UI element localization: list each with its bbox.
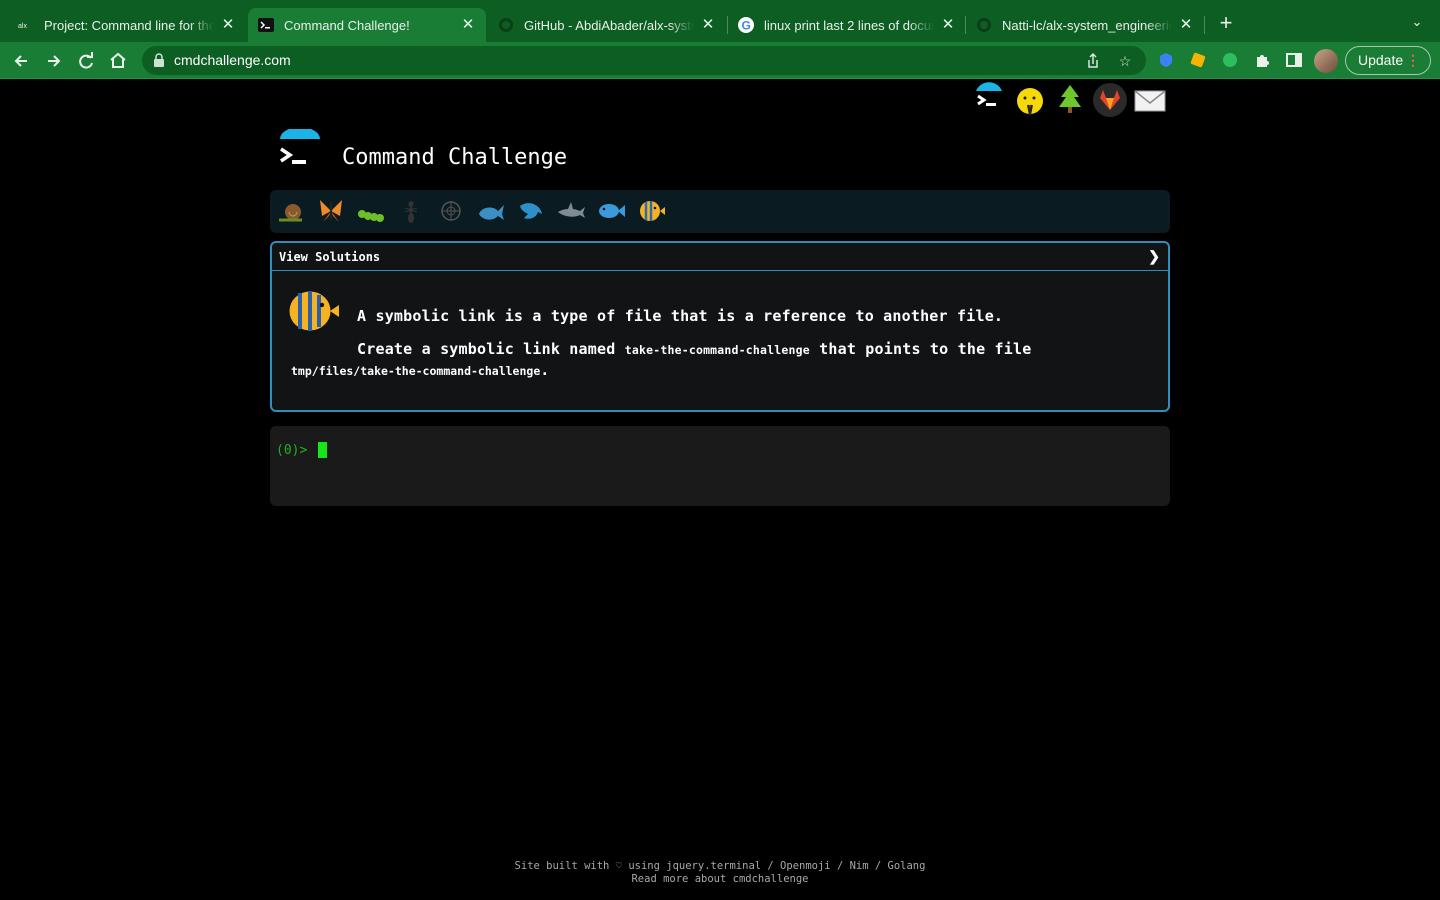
extension-evernote-icon[interactable] <box>1220 50 1240 70</box>
target-path-code: tmp/files/take-the-command-challenge <box>291 364 541 378</box>
tab-title: GitHub - AbdiAbader/alx-syste <box>524 17 694 33</box>
back-icon[interactable] <box>9 49 33 73</box>
page-content: Command Challenge View Solutions ❯ A sym… <box>0 79 1440 900</box>
lock-icon[interactable] <box>153 53 165 67</box>
share-icon[interactable] <box>1083 51 1103 71</box>
alx-icon: alx <box>18 17 34 33</box>
terminal-logo-icon[interactable] <box>970 81 1008 119</box>
site-logo-icon <box>278 127 322 173</box>
snail-icon[interactable] <box>276 196 306 226</box>
extension-tag-icon[interactable] <box>1188 50 1208 70</box>
fish-icon[interactable] <box>596 196 626 226</box>
view-solutions-toggle[interactable]: View Solutions ❯ <box>272 243 1168 271</box>
new-tab-button[interactable]: + <box>1214 12 1238 36</box>
close-icon[interactable]: ✕ <box>1178 17 1194 33</box>
tree-icon[interactable] <box>1051 81 1089 119</box>
svg-text:G: G <box>742 19 751 33</box>
page-title: Command Challenge <box>342 145 568 170</box>
bookmark-star-icon[interactable]: ☆ <box>1115 51 1135 71</box>
tab-google-search[interactable]: G linux print last 2 lines of docum ✕ <box>728 8 966 42</box>
tropical-fish-icon[interactable] <box>636 196 666 226</box>
close-icon[interactable]: ✕ <box>460 17 476 33</box>
github-icon <box>498 17 514 33</box>
tab-title: linux print last 2 lines of docum <box>764 17 934 33</box>
close-icon[interactable]: ✕ <box>940 17 956 33</box>
tropical-fish-icon <box>284 287 340 335</box>
update-button[interactable]: Update ⋮ <box>1345 46 1431 75</box>
tab-command-challenge[interactable]: Command Challenge! ✕ <box>248 8 486 42</box>
extensions-puzzle-icon[interactable] <box>1252 50 1272 70</box>
google-icon: G <box>738 17 754 33</box>
tab-search-button[interactable]: ⌄ <box>1406 14 1428 34</box>
challenge-description: A symbolic link is a type of file that i… <box>357 307 1004 325</box>
link-name-code: take-the-command-challenge <box>624 343 810 357</box>
terminal-input[interactable]: (0)> <box>270 426 1170 506</box>
footer: Site built with ♡ using jquery.terminal … <box>0 860 1440 886</box>
gitlab-icon[interactable] <box>1091 81 1129 119</box>
url-text: cmdchallenge.com <box>174 52 291 68</box>
mail-icon[interactable] <box>1131 81 1169 119</box>
terminal-cursor <box>318 442 327 458</box>
challenge-target: tmp/files/take-the-command-challenge. <box>291 361 549 379</box>
tab-bar: alx Project: Command line for the w ✕ Co… <box>0 0 1440 42</box>
speech-emoji-icon[interactable] <box>1011 81 1049 119</box>
tab-github-abdiabader[interactable]: GitHub - AbdiAbader/alx-syste ✕ <box>488 8 726 42</box>
footer-credits: Site built with ♡ using jquery.terminal … <box>514 860 926 872</box>
chevron-right-icon: ❯ <box>1148 248 1160 264</box>
profile-avatar[interactable] <box>1314 49 1338 73</box>
tab-separator <box>1204 16 1205 34</box>
level-strip <box>270 190 1170 233</box>
footer-read-more-link[interactable]: Read more about cmdchallenge <box>0 873 1440 886</box>
ant-icon[interactable] <box>396 196 426 226</box>
side-panel-icon[interactable] <box>1284 50 1304 70</box>
tab-title: Command Challenge! <box>284 17 410 33</box>
forward-icon[interactable] <box>42 49 66 73</box>
task-prefix: Create a symbolic link named <box>357 340 625 358</box>
menu-dots-icon[interactable]: ⋮ <box>1406 47 1420 74</box>
svg-text:alx: alx <box>18 23 27 30</box>
butterfly-icon[interactable] <box>316 196 346 226</box>
extension-shield-icon[interactable] <box>1156 50 1176 70</box>
terminal-prompt: (0)> <box>276 443 308 458</box>
close-icon[interactable]: ✕ <box>700 17 716 33</box>
challenge-task: Create a symbolic link named take-the-co… <box>357 340 1031 358</box>
browser-toolbar: cmdchallenge.com ☆ Update ⋮ <box>0 42 1440 79</box>
address-bar[interactable]: cmdchallenge.com ☆ <box>142 46 1146 75</box>
caterpillar-icon[interactable] <box>356 196 386 226</box>
task-suffix: that points to the file <box>809 340 1032 358</box>
update-label: Update <box>1358 52 1404 68</box>
tab-github-natti[interactable]: Natti-lc/alx-system_engineerin ✕ <box>966 8 1204 42</box>
view-solutions-label: View Solutions <box>279 250 381 264</box>
whale-icon[interactable] <box>476 196 506 226</box>
tab-title: Natti-lc/alx-system_engineerin <box>1002 17 1172 33</box>
reload-icon[interactable] <box>74 49 98 73</box>
home-icon[interactable] <box>106 49 130 73</box>
close-icon[interactable]: ✕ <box>220 17 236 33</box>
challenge-panel: View Solutions ❯ A symbolic link is a ty… <box>270 241 1170 412</box>
target-suffix: . <box>540 361 550 379</box>
terminal-icon <box>258 17 274 33</box>
github-icon <box>976 17 992 33</box>
sand-dollar-icon[interactable] <box>436 196 466 226</box>
shark-icon[interactable] <box>556 196 586 226</box>
tab-project[interactable]: alx Project: Command line for the w ✕ <box>8 8 246 42</box>
dolphin-icon[interactable] <box>516 196 546 226</box>
tab-title: Project: Command line for the w <box>44 17 214 33</box>
